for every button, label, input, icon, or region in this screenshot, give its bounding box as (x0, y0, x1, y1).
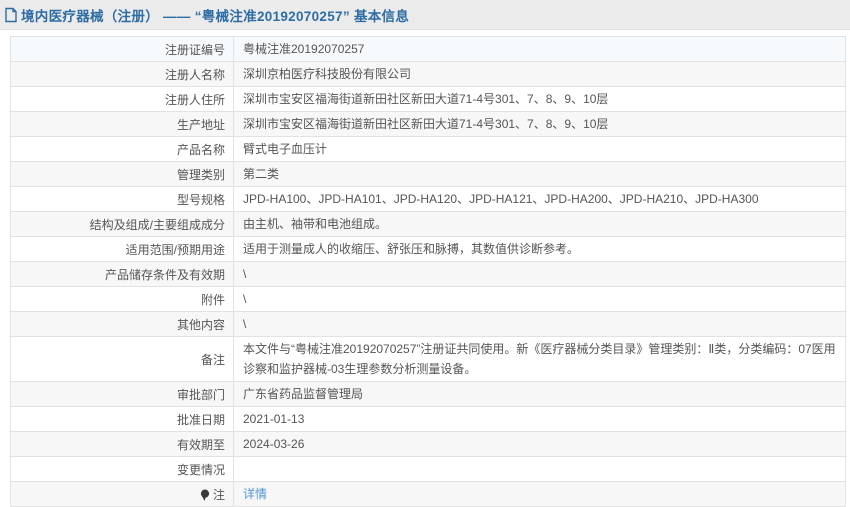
row-label: 产品名称 (11, 137, 234, 161)
row-value (234, 457, 845, 481)
row-label: 变更情况 (11, 457, 234, 481)
table-row: 注册人名称 深圳京柏医疗科技股份有限公司 (11, 62, 845, 87)
details-link[interactable]: 详情 (243, 485, 267, 504)
row-label: 生产地址 (11, 112, 234, 136)
row-label: 结构及组成/主要组成成分 (11, 212, 234, 236)
row-label: 适用范围/预期用途 (11, 237, 234, 261)
row-label: 产品储存条件及有效期 (11, 262, 234, 286)
table-row: 产品储存条件及有效期 \ (11, 262, 845, 287)
table-row: 审批部门 广东省药品监督管理局 (11, 382, 845, 407)
table-row: 变更情况 (11, 457, 845, 482)
row-label: 批准日期 (11, 407, 234, 431)
table-row: 适用范围/预期用途 适用于测量成人的收缩压、舒张压和脉搏，其数值供诊断参考。 (11, 237, 845, 262)
row-label-text: 注 (212, 487, 225, 502)
row-label: 注册人名称 (11, 62, 234, 86)
info-table: 注册证编号 粤械注准20192070257 注册人名称 深圳京柏医疗科技股份有限公司注… (10, 36, 846, 507)
page-title: 境内医疗器械（注册） —— “粤械注准20192070257” 基本信息 (21, 8, 410, 24)
row-value: 第二类 (243, 166, 280, 181)
row-label-text: 结构及组成/主要组成成分 (89, 217, 225, 232)
row-value: 由主机、袖带和电池组成。 (243, 216, 388, 231)
table-row: 附件 \ (11, 287, 845, 312)
row-label-text: 注册证编号 (164, 42, 225, 57)
table-row: 备注 本文件与“粤械注准20192070257”注册证共同使用。新《医疗器械分类目… (11, 337, 845, 382)
row-label: 其他内容 (11, 312, 234, 336)
row-value: 详情 (234, 482, 845, 506)
row-value: 2021-01-13 (243, 411, 305, 426)
table-row: 其他内容 \ (11, 312, 845, 337)
row-label: 管理类别 (11, 162, 234, 186)
row-label-text: 型号规格 (176, 192, 225, 207)
table-row: 有效期至 2024-03-26 (11, 432, 845, 457)
row-label: 注册证编号 (11, 37, 234, 61)
row-value: 2024-03-26 (243, 436, 305, 451)
row-label-text: 产品储存条件及有效期 (104, 267, 225, 282)
row-label: 注册人住所 (11, 87, 234, 111)
row-label: 备注 (11, 337, 234, 381)
row-value: 本文件与“粤械注准20192070257”注册证共同使用。新《医疗器械分类目录》… (243, 342, 836, 376)
row-value: 臂式电子血压计 (243, 141, 328, 156)
page-header: 境内医疗器械（注册） —— “粤械注准20192070257” 基本信息 (0, 0, 850, 30)
row-label-text: 管理类别 (176, 167, 225, 182)
row-label-text: 变更情况 (176, 462, 225, 477)
row-value: \ (243, 266, 247, 281)
row-label-text: 生产地址 (176, 117, 225, 132)
table-row: 注册证编号 粤械注准20192070257 (11, 37, 845, 62)
table-row: 结构及组成/主要组成成分 由主机、袖带和电池组成。 (11, 212, 845, 237)
row-value: 深圳市宝安区福海街道新田社区新田大道71-4号301、7、8、9、10层 (243, 91, 609, 106)
row-value: 深圳市宝安区福海街道新田社区新田大道71-4号301、7、8、9、10层 (243, 116, 609, 131)
row-value: 广东省药品监督管理局 (243, 386, 364, 401)
table-row: 注 详情 (11, 482, 845, 507)
row-label-text: 注册人名称 (164, 67, 225, 82)
row-value: 深圳京柏医疗科技股份有限公司 (243, 66, 412, 81)
table-row: 型号规格 JPD-HA100、JPD-HA101、JPD-HA120、JPD-HA… (11, 187, 845, 212)
row-value: JPD-HA100、JPD-HA101、JPD-HA120、JPD-HA121、… (243, 191, 759, 206)
row-label: 注 (11, 482, 234, 506)
row-label: 审批部门 (11, 382, 234, 406)
row-label-text: 其他内容 (176, 317, 225, 332)
row-label-text: 批准日期 (176, 412, 225, 427)
row-value: 粤械注准20192070257 (243, 41, 365, 56)
pin-icon (200, 489, 210, 502)
document-icon (4, 7, 18, 23)
row-value: \ (243, 316, 247, 331)
row-label: 附件 (11, 287, 234, 311)
row-label-text: 注册人住所 (164, 92, 225, 107)
table-row: 管理类别 第二类 (11, 162, 845, 187)
row-value: \ (243, 291, 247, 306)
table-row: 注册人住所 深圳市宝安区福海街道新田社区新田大道71-4号301、7、8、9、10… (11, 87, 845, 112)
row-label-text: 适用范围/预期用途 (125, 242, 225, 257)
row-label: 有效期至 (11, 432, 234, 456)
row-label: 型号规格 (11, 187, 234, 211)
row-label-text: 有效期至 (176, 437, 225, 452)
row-label-text: 附件 (200, 292, 225, 307)
row-label-text: 产品名称 (176, 142, 225, 157)
row-value: 适用于测量成人的收缩压、舒张压和脉搏，其数值供诊断参考。 (243, 241, 580, 256)
table-row: 生产地址 深圳市宝安区福海街道新田社区新田大道71-4号301、7、8、9、10层 (11, 112, 845, 137)
row-label-text: 审批部门 (176, 387, 225, 402)
table-row: 批准日期 2021-01-13 (11, 407, 845, 432)
row-label-text: 备注 (200, 352, 225, 367)
table-row: 产品名称 臂式电子血压计 (11, 137, 845, 162)
